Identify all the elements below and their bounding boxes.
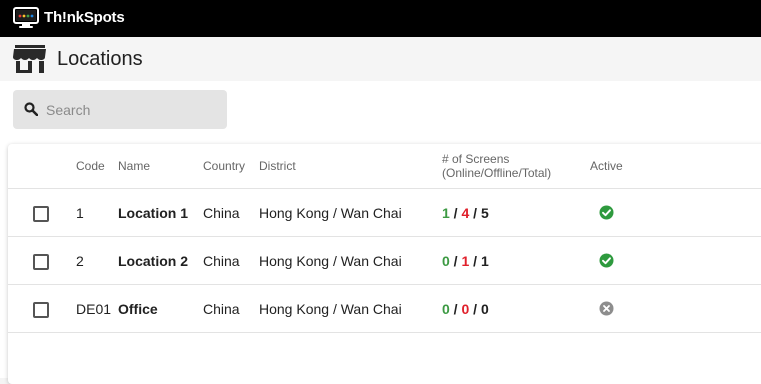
row-screen-counts: 1 / 4 / 5 (442, 205, 489, 221)
row-code: DE01 (76, 301, 112, 317)
row-checkbox[interactable] (33, 302, 49, 318)
screens-total: 1 (480, 253, 489, 269)
top-bar: Th!nkSpots (0, 0, 761, 37)
row-name[interactable]: Location 1 (118, 205, 188, 221)
row-district: Hong Kong / Wan Chai (259, 301, 402, 317)
table-row[interactable]: 2 Location 2 China Hong Kong / Wan Chai … (8, 237, 761, 285)
row-district: Hong Kong / Wan Chai (259, 205, 402, 221)
screens-total: 5 (480, 205, 489, 221)
locations-table: Code Name Country District # of Screens … (8, 144, 761, 384)
page-header: Locations (0, 37, 761, 81)
active-check-icon (599, 205, 614, 220)
row-screen-counts: 0 / 1 / 1 (442, 253, 489, 269)
column-header-active[interactable]: Active (590, 159, 623, 173)
monitor-logo-icon (13, 7, 39, 28)
row-code: 2 (76, 253, 84, 269)
screens-total: 0 (480, 301, 489, 317)
table-row[interactable]: DE01 Office China Hong Kong / Wan Chai 0… (8, 285, 761, 333)
count-separator: / (449, 301, 462, 317)
column-header-district[interactable]: District (259, 159, 296, 173)
row-country: China (203, 301, 240, 317)
column-header-screens-title: # of Screens (442, 152, 510, 166)
table-row[interactable]: 1 Location 1 China Hong Kong / Wan Chai … (8, 189, 761, 237)
column-header-screens[interactable]: # of Screens (Online/Offline/Total) (442, 152, 551, 180)
search-icon (24, 102, 38, 116)
screens-online: 1 (442, 205, 450, 221)
row-code: 1 (76, 205, 84, 221)
active-check-icon (599, 253, 614, 268)
app-brand[interactable]: Th!nkSpots (44, 9, 125, 26)
count-separator: / (449, 253, 462, 269)
column-header-country[interactable]: Country (203, 159, 245, 173)
row-screen-counts: 0 / 0 / 0 (442, 301, 489, 317)
inactive-x-icon (599, 301, 614, 316)
column-header-screens-subtitle: (Online/Offline/Total) (442, 166, 552, 180)
search-box[interactable] (13, 90, 227, 129)
column-header-code[interactable]: Code (76, 159, 105, 173)
screens-online: 0 (442, 253, 450, 269)
row-country: China (203, 205, 240, 221)
search-input[interactable] (46, 90, 216, 129)
column-header-name[interactable]: Name (118, 159, 150, 173)
row-name[interactable]: Office (118, 301, 158, 317)
row-divider (8, 332, 761, 333)
count-separator: / (469, 301, 481, 317)
row-checkbox[interactable] (33, 206, 49, 222)
count-separator: / (469, 205, 481, 221)
row-checkbox[interactable] (33, 254, 49, 270)
row-district: Hong Kong / Wan Chai (259, 253, 402, 269)
store-icon (13, 45, 46, 73)
count-separator: / (469, 253, 481, 269)
count-separator: / (449, 205, 462, 221)
row-name[interactable]: Location 2 (118, 253, 188, 269)
row-country: China (203, 253, 240, 269)
page-title: Locations (57, 48, 143, 70)
screens-online: 0 (442, 301, 450, 317)
